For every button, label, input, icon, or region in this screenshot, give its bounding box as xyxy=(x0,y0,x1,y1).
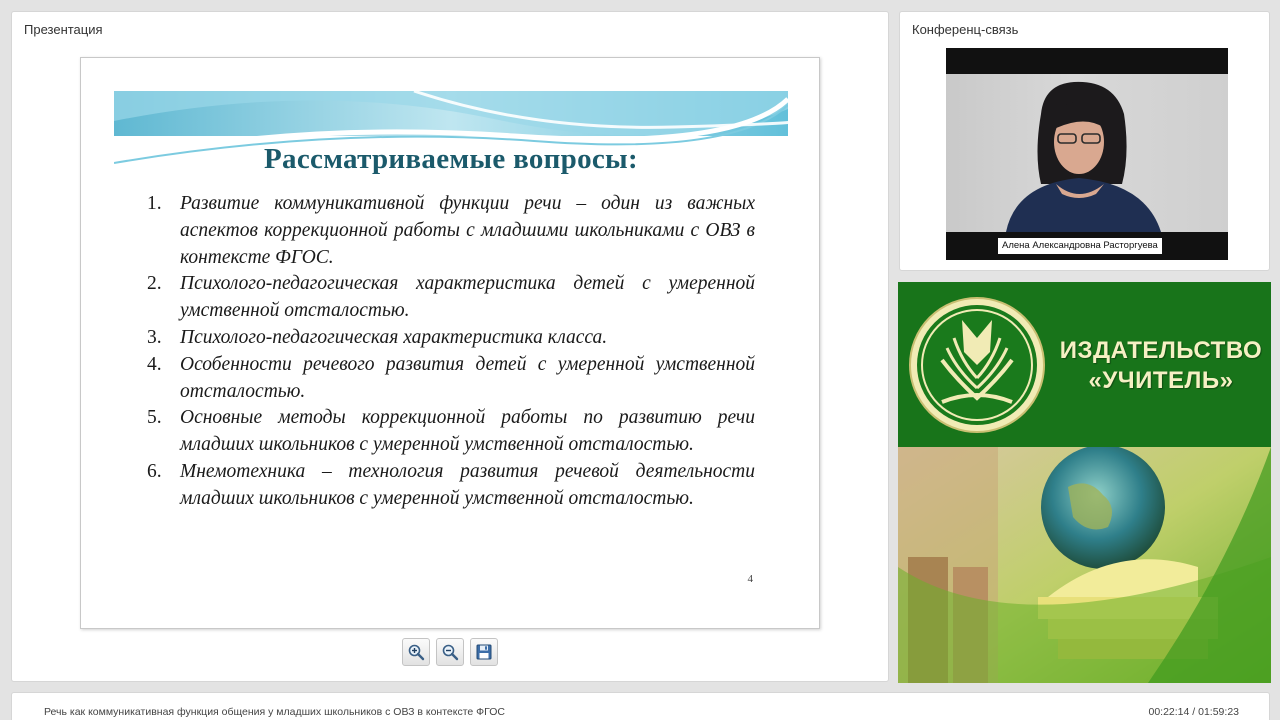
lecture-title: Речь как коммуникативная функция общения… xyxy=(44,706,505,718)
list-item-text: Основные методы коррекционной работы по … xyxy=(180,407,755,456)
zoom-out-button[interactable] xyxy=(436,638,464,666)
zoom-in-button[interactable] xyxy=(402,638,430,666)
speaker-avatar xyxy=(1006,81,1161,232)
slide: Рассматриваемые вопросы: 1. Развитие комм… xyxy=(80,57,820,629)
time-separator: / xyxy=(1192,706,1196,718)
list-item: 2. Психолого-педагогическая характеристик… xyxy=(147,271,755,325)
slide-heading: Рассматриваемые вопросы: xyxy=(264,143,638,175)
publisher-name-line1: ИЗДАТЕЛЬСТВО xyxy=(1059,337,1263,364)
time-current: 00:22:14 xyxy=(1148,706,1190,718)
slide-topic-list: 1. Развитие коммуникативной функции речи … xyxy=(147,191,755,513)
list-item-number: 1. xyxy=(147,193,162,214)
video-feed[interactable]: Алена Александровна Расторгуева xyxy=(946,48,1228,260)
publisher-logo-area: ИЗДАТЕЛЬСТВО «УЧИТЕЛЬ» xyxy=(898,282,1271,447)
list-item-number: 2. xyxy=(147,273,162,295)
presentation-panel-title: Презентация xyxy=(24,22,103,37)
publisher-name-line2: «УЧИТЕЛЬ» xyxy=(1088,367,1234,394)
list-item-text: Мнемотехника – технология развития речев… xyxy=(180,460,755,509)
list-item: 3. Психолого-педагогическая характеристик… xyxy=(147,325,755,352)
list-item: 6. Мнемотехника – технология развития реч… xyxy=(147,459,755,513)
participant-name-label: Алена Александровна Расторгуева xyxy=(998,238,1162,254)
zoom-out-icon xyxy=(442,644,459,661)
list-item-text: Особенности речевого развития детей с ум… xyxy=(180,353,755,402)
list-item-text: Развитие коммуникативной функции речи – … xyxy=(180,193,755,268)
list-item-number: 6. xyxy=(147,460,162,482)
save-icon xyxy=(476,644,492,660)
publisher-name: ИЗДАТЕЛЬСТВО «УЧИТЕЛЬ» xyxy=(1051,336,1271,396)
list-item: 1. Развитие коммуникативной функции речи … xyxy=(147,191,755,271)
presentation-toolbar xyxy=(402,638,498,668)
publisher-logo-icon xyxy=(909,297,1045,433)
list-item-number: 5. xyxy=(147,407,162,429)
presentation-panel: Презентация Рассматриваемые вопросы: 1. Р… xyxy=(11,11,889,682)
playback-timecode: 00:22:14 / 01:59:23 xyxy=(1148,706,1239,718)
list-item-text: Психолого-педагогическая характеристика … xyxy=(180,273,755,322)
video-frame xyxy=(946,74,1228,232)
list-item-text: Психолого-педагогическая характеристика … xyxy=(180,326,608,348)
time-total: 01:59:23 xyxy=(1198,706,1239,718)
books-and-globe-image xyxy=(898,447,1271,683)
list-item: 5. Основные методы коррекционной работы п… xyxy=(147,405,755,459)
save-button[interactable] xyxy=(470,638,498,666)
lecture-info-bar: Речь как коммуникативная функция общения… xyxy=(11,692,1270,720)
conference-panel-title: Конференц-связь xyxy=(912,22,1019,37)
zoom-in-icon xyxy=(408,644,425,661)
list-item: 4. Особенности речевого развития детей с … xyxy=(147,352,755,406)
slide-page-number: 4 xyxy=(747,573,754,585)
list-item-number: 4. xyxy=(147,353,162,375)
list-item-number: 3. xyxy=(147,326,162,348)
conference-panel: Конференц-связь Алена Александровна Раст… xyxy=(899,11,1270,271)
publisher-banner: ИЗДАТЕЛЬСТВО «УЧИТЕЛЬ» xyxy=(898,282,1271,683)
